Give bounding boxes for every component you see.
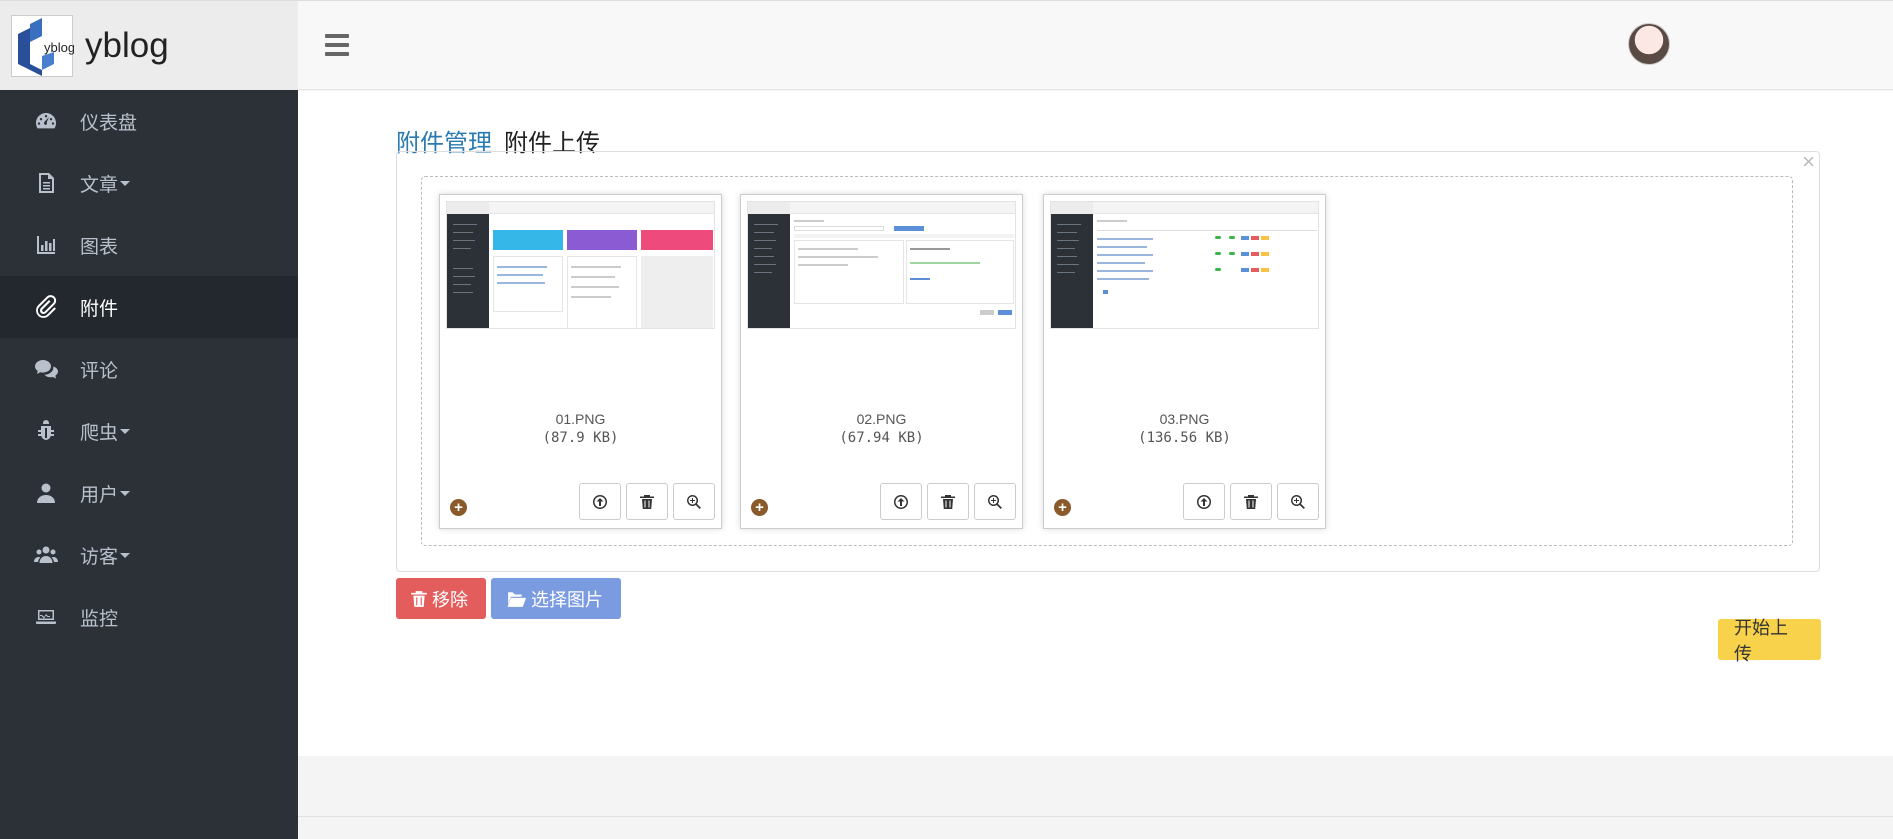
plus-circle-icon: + (1054, 499, 1071, 516)
sidebar-item-label: 附件 (80, 298, 119, 320)
sidebar-menu: 仪表盘 文章 图表 附件 评论 爬虫 用户 访客 监控 (0, 90, 298, 648)
sidebar-item-charts[interactable]: 图表 (0, 214, 298, 276)
logo-text: yblog (44, 40, 74, 55)
delete-file-button[interactable] (927, 483, 969, 520)
upload-panel: × 01.PNG (87.9 KB) + 02.PNG (67.94 KB) +… (396, 149, 1820, 572)
image-thumbnail[interactable] (446, 201, 715, 329)
bug-icon (32, 417, 60, 445)
trash-icon (640, 494, 654, 509)
zoom-file-button[interactable] (1277, 483, 1319, 520)
image-thumbnail[interactable] (747, 201, 1016, 329)
delete-file-button[interactable] (1230, 483, 1272, 520)
main-content: 附件管理 附件上传 × 01.PNG (87.9 KB) + 02.PNG (6… (298, 91, 1893, 756)
file-actions (579, 483, 715, 520)
close-icon[interactable]: × (1802, 149, 1815, 175)
users-icon (32, 541, 60, 569)
caret-down-icon (120, 428, 131, 434)
start-upload-label: 开始上传 (1734, 617, 1788, 664)
file-name: 02.PNG (856, 411, 907, 427)
file-name: 01.PNG (555, 411, 606, 427)
caret-down-icon (120, 552, 131, 558)
sidebar-item-label: 仪表盘 (80, 112, 138, 134)
sidebar-item-attachments[interactable]: 附件 (0, 276, 298, 338)
file-size: (87.9 KB) (542, 430, 619, 446)
start-upload-button[interactable]: 开始上传 (1718, 618, 1821, 664)
sidebar-item-users[interactable]: 用户 (0, 462, 298, 524)
file-size: (67.94 KB) (839, 430, 924, 446)
upload-icon (894, 494, 908, 509)
upload-icon (593, 494, 607, 509)
upload-icon (1197, 494, 1211, 509)
sidebar-item-label: 访客 (80, 546, 119, 568)
sidebar: yblog yblog 仪表盘 文章 图表 附件 评论 爬虫 用户 访客 监控 (0, 0, 298, 839)
user-avatar[interactable] (1628, 23, 1670, 65)
file-name: 03.PNG (1159, 411, 1210, 427)
sidebar-item-monitor[interactable]: 监控 (0, 586, 298, 648)
image-thumbnail[interactable] (1050, 201, 1319, 329)
brand-name: yblog (85, 25, 169, 65)
sidebar-item-label: 监控 (80, 608, 119, 630)
sidebar-item-label: 评论 (80, 360, 119, 382)
select-image-button[interactable]: 选择图片 (491, 578, 621, 619)
laptop-icon (32, 603, 60, 631)
dashboard-icon (32, 107, 60, 135)
upload-file-button[interactable] (579, 483, 621, 520)
sidebar-item-comments[interactable]: 评论 (0, 338, 298, 400)
sidebar-item-dashboard[interactable]: 仪表盘 (0, 90, 298, 152)
footer-divider (298, 816, 1893, 817)
remove-label: 移除 (432, 589, 468, 610)
sidebar-item-label: 用户 (80, 484, 119, 506)
drop-zone[interactable]: 01.PNG (87.9 KB) + 02.PNG (67.94 KB) + 0… (421, 176, 1793, 546)
sidebar-item-visitors[interactable]: 访客 (0, 524, 298, 586)
file-size: (136.56 KB) (1138, 430, 1231, 446)
delete-file-button[interactable] (626, 483, 668, 520)
upload-file-button[interactable] (1183, 483, 1225, 520)
comments-icon (32, 355, 60, 383)
file-preview-card: 02.PNG (67.94 KB) + (740, 194, 1023, 529)
file-text-icon (32, 169, 60, 197)
bar-chart-icon (32, 231, 60, 259)
top-header (298, 0, 1893, 90)
logo: yblog (11, 14, 75, 77)
zoom-in-icon (1291, 494, 1305, 509)
sidebar-item-label: 爬虫 (80, 422, 119, 444)
remove-button[interactable]: 移除 (396, 578, 486, 619)
trash-icon (941, 494, 955, 509)
select-image-label: 选择图片 (531, 589, 603, 610)
user-icon (32, 479, 60, 507)
zoom-in-icon (988, 494, 1002, 509)
sidebar-item-articles[interactable]: 文章 (0, 152, 298, 214)
menu-toggle-icon[interactable] (325, 34, 349, 56)
footer (298, 756, 1893, 816)
zoom-file-button[interactable] (673, 483, 715, 520)
file-preview-card: 03.PNG (136.56 KB) + (1043, 194, 1326, 529)
caret-down-icon (120, 180, 131, 186)
file-actions (1183, 483, 1319, 520)
trash-icon (411, 590, 427, 607)
sidebar-item-crawler[interactable]: 爬虫 (0, 400, 298, 462)
folder-open-icon (507, 591, 527, 607)
file-preview-card: 01.PNG (87.9 KB) + (439, 194, 722, 529)
plus-circle-icon: + (450, 499, 467, 516)
file-actions (880, 483, 1016, 520)
paperclip-icon (32, 293, 60, 321)
upload-file-button[interactable] (880, 483, 922, 520)
brand[interactable]: yblog yblog (0, 0, 298, 90)
sidebar-item-label: 图表 (80, 236, 119, 258)
zoom-in-icon (687, 494, 701, 509)
plus-circle-icon: + (751, 499, 768, 516)
sidebar-item-label: 文章 (80, 174, 119, 196)
caret-down-icon (120, 490, 131, 496)
zoom-file-button[interactable] (974, 483, 1016, 520)
trash-icon (1244, 494, 1258, 509)
